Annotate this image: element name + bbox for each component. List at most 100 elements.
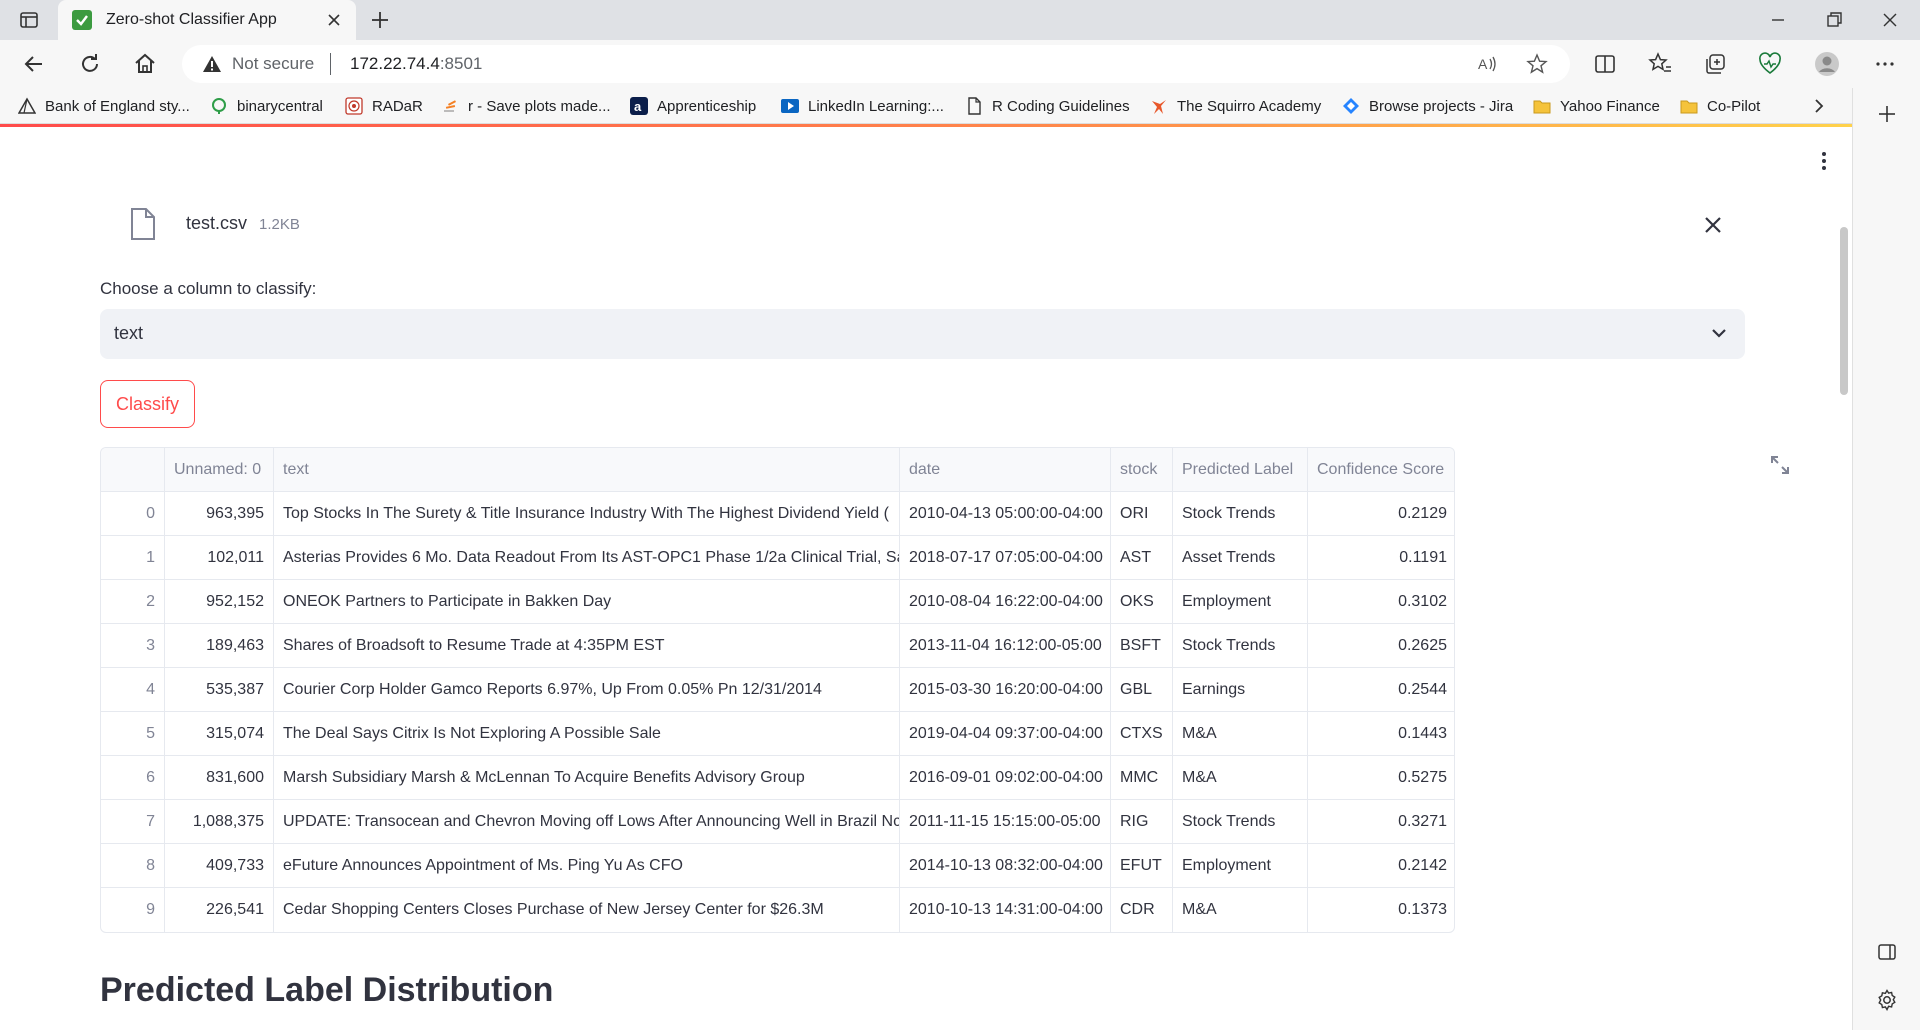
read-aloud-icon[interactable]: A [1476, 53, 1498, 75]
cell-unnamed[interactable]: 226,541 [165, 888, 274, 932]
table-row[interactable]: 9 226,541 Cedar Shopping Centers Closes … [101, 888, 1454, 932]
address-bar[interactable]: Not secure 172.22.74.4:8501 A [182, 45, 1570, 83]
split-screen-icon[interactable] [1592, 51, 1618, 77]
cell-unnamed[interactable]: 535,387 [165, 668, 274, 712]
cell-text[interactable]: Shares of Broadsoft to Resume Trade at 4… [274, 624, 900, 668]
table-row[interactable]: 2 952,152 ONEOK Partners to Participate … [101, 580, 1454, 624]
cell-date[interactable]: 2018-07-17 07:05:00-04:00 [900, 536, 1111, 580]
cell-predicted-label[interactable]: Employment [1173, 844, 1308, 888]
header-date[interactable]: date [900, 448, 1111, 492]
security-status[interactable]: Not secure [232, 54, 314, 74]
table-row[interactable]: 0 963,395 Top Stocks In The Surety & Tit… [101, 492, 1454, 536]
fullscreen-expand-icon[interactable] [1768, 453, 1792, 477]
cell-predicted-label[interactable]: M&A [1173, 756, 1308, 800]
table-row[interactable]: 8 409,733 eFuture Announces Appointment … [101, 844, 1454, 888]
cell-stock[interactable]: CTXS [1111, 712, 1173, 756]
cell-unnamed[interactable]: 315,074 [165, 712, 274, 756]
vertical-scrollbar[interactable] [1840, 227, 1848, 395]
bookmark-item[interactable]: binarycentral [210, 95, 323, 117]
cell-confidence-score[interactable]: 0.2142 [1308, 844, 1454, 888]
profile-avatar-icon[interactable] [1814, 51, 1840, 77]
bookmark-item[interactable]: R Coding Guidelines [965, 95, 1130, 117]
bookmark-item[interactable]: LinkedIn Learning:... [781, 95, 944, 117]
browser-essentials-icon[interactable] [1757, 51, 1783, 77]
cell-predicted-label[interactable]: Stock Trends [1173, 492, 1308, 536]
minimize-icon[interactable] [1766, 8, 1790, 32]
bookmark-item[interactable]: Browse projects - Jira [1342, 95, 1513, 117]
cell-unnamed[interactable]: 102,011 [165, 536, 274, 580]
more-menu-icon[interactable] [1872, 51, 1898, 77]
bookmark-item[interactable]: Co-Pilot [1680, 95, 1760, 117]
cell-stock[interactable]: BSFT [1111, 624, 1173, 668]
cell-stock[interactable]: GBL [1111, 668, 1173, 712]
browser-tab-active[interactable]: Zero-shot Classifier App [58, 0, 356, 40]
cell-stock[interactable]: RIG [1111, 800, 1173, 844]
cell-stock[interactable]: CDR [1111, 888, 1173, 932]
cell-predicted-label[interactable]: M&A [1173, 888, 1308, 932]
cell-stock[interactable]: MMC [1111, 756, 1173, 800]
collections-icon[interactable] [1702, 51, 1728, 77]
add-icon[interactable] [1875, 102, 1899, 126]
warning-icon[interactable] [202, 54, 222, 74]
cell-text[interactable]: ONEOK Partners to Participate in Bakken … [274, 580, 900, 624]
hide-sidebar-icon[interactable] [1875, 940, 1899, 964]
close-tab-icon[interactable] [324, 10, 344, 30]
cell-confidence-score[interactable]: 0.5275 [1308, 756, 1454, 800]
cell-stock[interactable]: OKS [1111, 580, 1173, 624]
tab-actions-icon[interactable] [18, 9, 40, 31]
cell-text[interactable]: The Deal Says Citrix Is Not Exploring A … [274, 712, 900, 756]
cell-confidence-score[interactable]: 0.2129 [1308, 492, 1454, 536]
cell-predicted-label[interactable]: Stock Trends [1173, 624, 1308, 668]
cell-predicted-label[interactable]: Employment [1173, 580, 1308, 624]
header-text[interactable]: text [274, 448, 900, 492]
cell-text[interactable]: Asterias Provides 6 Mo. Data Readout Fro… [274, 536, 900, 580]
bookmark-item[interactable]: Yahoo Finance [1533, 95, 1660, 117]
table-row[interactable]: 3 189,463 Shares of Broadsoft to Resume … [101, 624, 1454, 668]
classify-button[interactable]: Classify [100, 380, 195, 428]
cell-text[interactable]: Marsh Subsidiary Marsh & McLennan To Acq… [274, 756, 900, 800]
remove-file-close-icon[interactable] [1700, 212, 1726, 238]
app-menu-icon[interactable] [1812, 149, 1836, 173]
table-row[interactable]: 7 1,088,375 UPDATE: Transocean and Chevr… [101, 800, 1454, 844]
cell-confidence-score[interactable]: 0.1191 [1308, 536, 1454, 580]
favorites-icon[interactable] [1647, 51, 1673, 77]
new-tab-icon[interactable] [368, 8, 392, 32]
bookmark-item[interactable]: RADaR [345, 95, 423, 117]
cell-date[interactable]: 2016-09-01 09:02:00-04:00 [900, 756, 1111, 800]
home-icon[interactable] [131, 50, 159, 78]
table-row[interactable]: 6 831,600 Marsh Subsidiary Marsh & McLen… [101, 756, 1454, 800]
header-confidence-score[interactable]: Confidence Score [1308, 448, 1454, 492]
url-text[interactable]: 172.22.74.4:8501 [350, 54, 482, 74]
cell-unnamed[interactable]: 831,600 [165, 756, 274, 800]
table-row[interactable]: 5 315,074 The Deal Says Citrix Is Not Ex… [101, 712, 1454, 756]
column-selectbox[interactable]: text [100, 309, 1745, 359]
cell-date[interactable]: 2011-11-15 15:15:00-05:00 [900, 800, 1111, 844]
cell-unnamed[interactable]: 189,463 [165, 624, 274, 668]
cell-predicted-label[interactable]: M&A [1173, 712, 1308, 756]
bookmark-item[interactable]: Bank of England sty... [18, 95, 190, 117]
settings-gear-icon[interactable] [1875, 988, 1899, 1012]
cell-date[interactable]: 2013-11-04 16:12:00-05:00 [900, 624, 1111, 668]
close-window-icon[interactable] [1878, 8, 1902, 32]
cell-unnamed[interactable]: 409,733 [165, 844, 274, 888]
cell-predicted-label[interactable]: Asset Trends [1173, 536, 1308, 580]
cell-text[interactable]: UPDATE: Transocean and Chevron Moving of… [274, 800, 900, 844]
cell-stock[interactable]: EFUT [1111, 844, 1173, 888]
cell-date[interactable]: 2010-04-13 05:00:00-04:00 [900, 492, 1111, 536]
cell-confidence-score[interactable]: 0.3102 [1308, 580, 1454, 624]
cell-confidence-score[interactable]: 0.2625 [1308, 624, 1454, 668]
chevron-right-icon[interactable] [1808, 95, 1830, 117]
cell-stock[interactable]: ORI [1111, 492, 1173, 536]
cell-confidence-score[interactable]: 0.1373 [1308, 888, 1454, 932]
cell-text[interactable]: eFuture Announces Appointment of Ms. Pin… [274, 844, 900, 888]
cell-text[interactable]: Courier Corp Holder Gamco Reports 6.97%,… [274, 668, 900, 712]
table-row[interactable]: 4 535,387 Courier Corp Holder Gamco Repo… [101, 668, 1454, 712]
cell-text[interactable]: Top Stocks In The Surety & Title Insuran… [274, 492, 900, 536]
cell-confidence-score[interactable]: 0.2544 [1308, 668, 1454, 712]
cell-date[interactable]: 2015-03-30 16:20:00-04:00 [900, 668, 1111, 712]
bookmark-item[interactable]: a Apprenticeship [630, 95, 756, 117]
header-unnamed[interactable]: Unnamed: 0 [165, 448, 274, 492]
header-stock[interactable]: stock [1111, 448, 1173, 492]
header-predicted-label[interactable]: Predicted Label [1173, 448, 1308, 492]
results-dataframe[interactable]: Unnamed: 0 text date stock Predicted Lab… [100, 447, 1455, 933]
